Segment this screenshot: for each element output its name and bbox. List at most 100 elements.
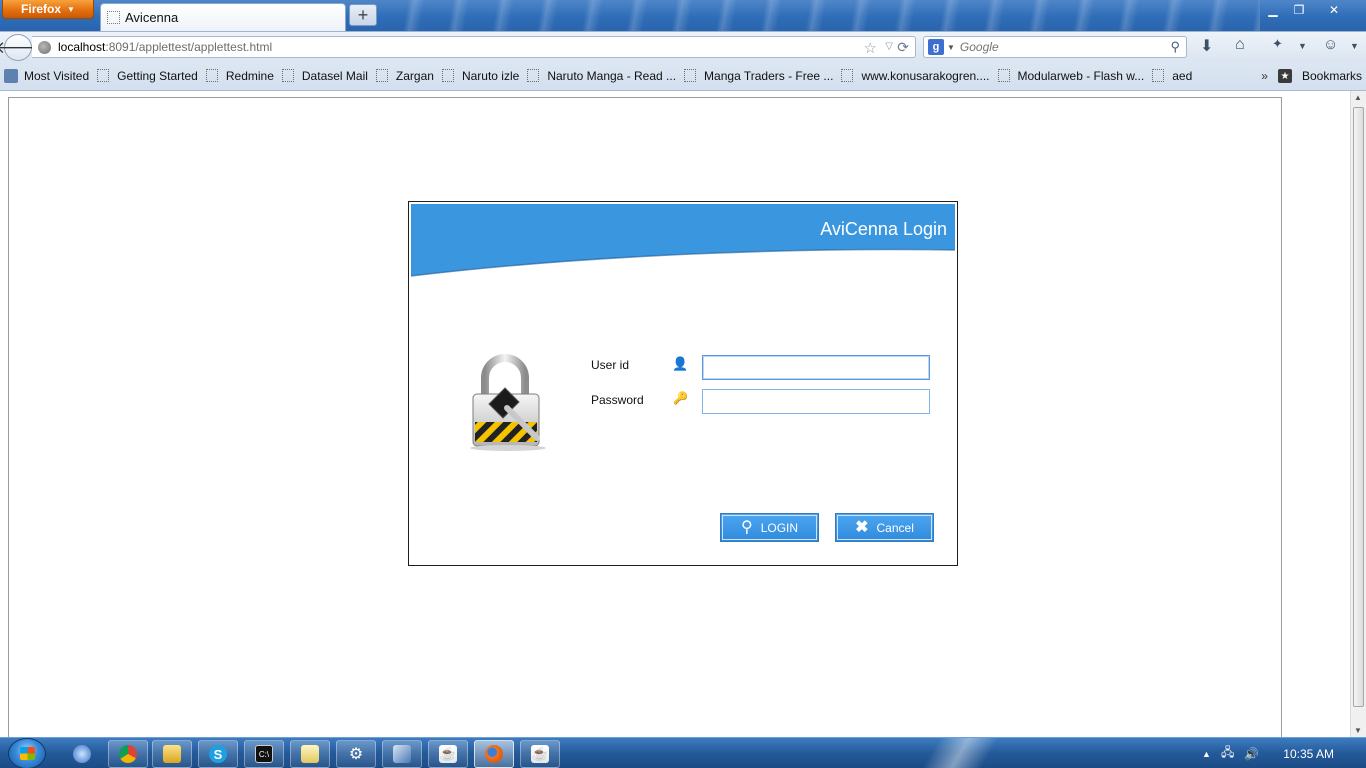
page-icon bbox=[1152, 69, 1165, 82]
star-icon[interactable]: ☆ bbox=[864, 39, 877, 57]
search-icon[interactable]: ⚲ bbox=[1170, 39, 1180, 55]
login-dialog: AviCenna Login User id 👤 Password 🔑 ⚲ LO… bbox=[408, 201, 958, 566]
back-button[interactable]: 🡐 bbox=[0, 34, 41, 61]
bookmarks-menu-button[interactable]: Bookmarks bbox=[1302, 69, 1362, 83]
page-icon bbox=[97, 69, 110, 82]
network-icon[interactable]: 🖧 bbox=[1221, 743, 1234, 764]
taskbar-chrome[interactable] bbox=[108, 740, 148, 768]
chevron-down-icon[interactable]: ▼ bbox=[947, 43, 955, 52]
system-tray: ▲ 🖧 🔊 10:35 AM bbox=[1202, 738, 1356, 768]
page-icon bbox=[281, 69, 294, 82]
page-icon bbox=[205, 69, 218, 82]
taskbar-skype[interactable]: S bbox=[198, 740, 238, 768]
bookmark-getting-started[interactable]: Getting Started bbox=[97, 69, 198, 83]
login-title: AviCenna Login bbox=[820, 219, 947, 239]
url-bar[interactable]: localhost:8091/applettest/applettest.htm… bbox=[32, 36, 916, 58]
notepad-icon bbox=[301, 745, 319, 763]
start-button[interactable] bbox=[8, 738, 46, 768]
login-button[interactable]: ⚲ LOGIN bbox=[720, 513, 819, 542]
bookmark-naruto-manga[interactable]: Naruto Manga - Read ... bbox=[527, 69, 676, 83]
java-icon: ☕ bbox=[531, 745, 549, 763]
cancel-button[interactable]: ✖ Cancel bbox=[835, 513, 934, 542]
terminal-icon: C:\ bbox=[255, 745, 273, 763]
clock[interactable]: 10:35 AM bbox=[1283, 747, 1334, 761]
chevron-down-icon[interactable]: ▼ bbox=[1350, 41, 1359, 51]
page-icon bbox=[375, 69, 388, 82]
taskbar-notepad[interactable] bbox=[290, 740, 330, 768]
close-icon[interactable]: ✕ bbox=[1312, 0, 1356, 19]
bookmark-aed[interactable]: aed bbox=[1152, 69, 1192, 83]
bookmark-manga-traders[interactable]: Manga Traders - Free ... bbox=[684, 69, 833, 83]
firefox-menu-label: Firefox bbox=[21, 2, 62, 16]
page-icon bbox=[441, 69, 454, 82]
search-input[interactable] bbox=[959, 40, 1165, 54]
minimize-icon[interactable]: ▁ bbox=[1260, 0, 1286, 19]
search-bar[interactable]: g ▼ ⚲ bbox=[923, 36, 1187, 58]
home-icon[interactable]: ⌂ bbox=[1235, 36, 1245, 54]
title-bar: Firefox ▼ Avicenna + ▁ ❐ ✕ bbox=[0, 0, 1366, 31]
taskbar-settings[interactable]: ⚙ bbox=[336, 740, 376, 768]
taskbar-command-prompt[interactable]: C:\ bbox=[244, 740, 284, 768]
addon-icon[interactable]: ✦ bbox=[1272, 36, 1283, 52]
login-header bbox=[411, 204, 955, 277]
globe-icon bbox=[38, 40, 51, 54]
user-icon: 👤 bbox=[672, 356, 689, 371]
scrollbar-thumb[interactable] bbox=[1353, 107, 1364, 707]
password-label: Password bbox=[591, 393, 644, 407]
taskbar-java[interactable]: ☕ bbox=[428, 740, 468, 768]
page-icon bbox=[997, 69, 1010, 82]
scroll-up-icon[interactable]: ▲ bbox=[1354, 93, 1362, 102]
key-icon: ⚲ bbox=[740, 518, 753, 536]
chevron-down-icon: ▼ bbox=[67, 4, 75, 14]
taskbar-explorer[interactable] bbox=[152, 740, 192, 768]
reload-icon[interactable]: ⟳ bbox=[897, 39, 909, 56]
userid-input[interactable] bbox=[702, 355, 930, 380]
firefox-menu-button[interactable]: Firefox ▼ bbox=[2, 0, 94, 19]
close-icon: ✖ bbox=[855, 518, 869, 536]
bookmarks-right: » ★ Bookmarks bbox=[1261, 69, 1362, 83]
tab-avicenna[interactable]: Avicenna bbox=[100, 3, 346, 31]
overflow-chevron-icon[interactable]: » bbox=[1261, 69, 1268, 83]
skype-icon: S bbox=[209, 745, 227, 763]
bookmark-redmine[interactable]: Redmine bbox=[205, 69, 274, 83]
internet-explorer-icon bbox=[73, 745, 91, 763]
url-host: localhost bbox=[58, 40, 106, 54]
history-dropdown-icon[interactable]: ▽ bbox=[885, 41, 893, 52]
url-path: :8091/applettest/applettest.html bbox=[105, 40, 273, 54]
bookmark-modularweb[interactable]: Modularweb - Flash w... bbox=[997, 69, 1144, 83]
chrome-icon bbox=[119, 745, 137, 763]
taskbar-internet-explorer[interactable] bbox=[62, 740, 102, 768]
google-icon[interactable]: g bbox=[928, 39, 944, 55]
taskbar: S C:\ ⚙ ☕ ☕ ▲ 🖧 🔊 10:35 AM bbox=[0, 737, 1366, 768]
show-hidden-icons-icon[interactable]: ▲ bbox=[1202, 749, 1211, 759]
bookmarks-star-icon[interactable]: ★ bbox=[1277, 69, 1292, 83]
userid-label: User id bbox=[591, 358, 630, 372]
volume-icon[interactable]: 🔊 bbox=[1244, 747, 1259, 761]
window-controls: ▁ ❐ ✕ bbox=[1260, 0, 1356, 19]
key-icon: 🔑 bbox=[673, 391, 688, 405]
restore-icon[interactable]: ❐ bbox=[1286, 0, 1312, 19]
java-icon: ☕ bbox=[439, 745, 457, 763]
cancel-button-label: Cancel bbox=[876, 520, 914, 535]
firefox-icon bbox=[485, 745, 503, 763]
taskbar-java-2[interactable]: ☕ bbox=[520, 740, 560, 768]
vertical-scrollbar[interactable]: ▲ ▼ bbox=[1350, 91, 1366, 737]
password-input[interactable] bbox=[702, 389, 930, 414]
bookmark-naruto-izle[interactable]: Naruto izle bbox=[441, 69, 519, 83]
gear-icon: ⚙ bbox=[348, 746, 364, 763]
bookmark-most-visited[interactable]: Most Visited bbox=[4, 68, 89, 83]
face-icon[interactable]: ☺ bbox=[1323, 36, 1338, 53]
chevron-down-icon[interactable]: ▼ bbox=[1298, 41, 1307, 51]
new-tab-button[interactable]: + bbox=[349, 4, 377, 26]
download-icon[interactable]: ⬇ bbox=[1200, 36, 1213, 56]
bookmark-zargan[interactable]: Zargan bbox=[375, 69, 434, 83]
bookmark-konusarakogren[interactable]: www.konusarakogren.... bbox=[841, 69, 990, 83]
bookmark-datasel-mail[interactable]: Datasel Mail bbox=[281, 69, 368, 83]
scroll-down-icon[interactable]: ▼ bbox=[1354, 726, 1362, 735]
folder-icon bbox=[163, 745, 181, 763]
taskbar-firefox[interactable] bbox=[474, 740, 514, 768]
taskbar-tool[interactable] bbox=[382, 740, 422, 768]
page-icon bbox=[684, 69, 697, 82]
most-visited-icon bbox=[4, 68, 18, 83]
page-icon bbox=[841, 69, 854, 82]
